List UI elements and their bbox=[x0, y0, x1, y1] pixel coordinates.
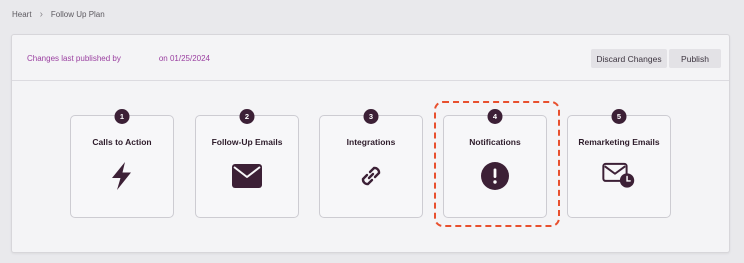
step-badge-2: 2 bbox=[239, 109, 255, 124]
envelope-icon bbox=[230, 159, 264, 193]
breadcrumb-separator-icon: › bbox=[39, 8, 43, 20]
envelope-clock-icon bbox=[602, 159, 636, 193]
exclamation-circle-icon bbox=[478, 159, 512, 193]
link-icon bbox=[354, 159, 388, 193]
card-notifications[interactable]: 4 Notifications bbox=[443, 109, 547, 218]
card-calls-to-action[interactable]: 1 Calls to Action bbox=[70, 109, 174, 218]
panel-header: Changes last published by on 01/25/2024 … bbox=[12, 35, 729, 81]
step-badge-3: 3 bbox=[363, 109, 379, 124]
published-date-text: on 01/25/2024 bbox=[158, 54, 211, 63]
published-by-text: Changes last published by bbox=[27, 54, 121, 63]
publish-info: Changes last published by on 01/25/2024 bbox=[27, 54, 210, 63]
card-title: Calls to Action bbox=[92, 137, 152, 147]
breadcrumb-item-follow-up-plan: Follow Up Plan bbox=[50, 10, 105, 19]
card-title: Integrations bbox=[346, 137, 396, 147]
step-badge-1: 1 bbox=[114, 109, 130, 124]
step-badge-5: 5 bbox=[611, 109, 627, 124]
breadcrumb-item-heart[interactable]: Heart bbox=[12, 10, 32, 19]
publish-button[interactable]: Publish bbox=[669, 49, 721, 68]
card-integrations[interactable]: 3 Integrations bbox=[319, 109, 423, 218]
card-remarketing-emails[interactable]: 5 Remarketing Emails bbox=[567, 109, 671, 218]
card-title: Notifications bbox=[469, 137, 521, 147]
lightning-icon bbox=[105, 159, 139, 193]
discard-changes-button[interactable]: Discard Changes bbox=[591, 49, 667, 68]
card-follow-up-emails[interactable]: 2 Follow-Up Emails bbox=[195, 109, 299, 218]
step-badge-4: 4 bbox=[487, 109, 503, 124]
card-title: Follow-Up Emails bbox=[211, 137, 283, 147]
breadcrumb: Heart › Follow Up Plan bbox=[12, 8, 105, 20]
follow-up-plan-panel: Changes last published by on 01/25/2024 … bbox=[11, 34, 730, 253]
card-title: Remarketing Emails bbox=[578, 137, 660, 147]
